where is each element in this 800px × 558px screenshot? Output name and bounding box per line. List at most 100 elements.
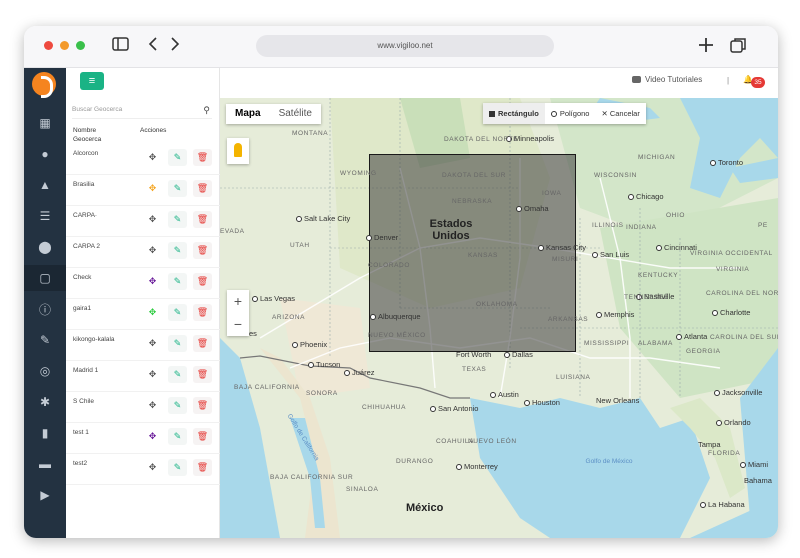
map-view[interactable]: Mapa Satélite + − Rectángulo Polígono ✕ … (220, 98, 778, 538)
delete-icon[interactable]: 🗑 (193, 273, 212, 290)
move-icon[interactable]: ✥ (143, 459, 162, 476)
geofence-row[interactable]: S Chile ✥ ✎ 🗑 (66, 392, 220, 423)
geofence-search[interactable]: Buscar Geocerca ⚲ (72, 101, 212, 119)
city-label-juarez: Juárez (344, 368, 375, 377)
info-icon[interactable]: ⓘ (24, 296, 66, 322)
edit-icon[interactable]: ✎ (168, 211, 187, 228)
city-label-charlotte: Charlotte (712, 308, 750, 317)
zoom-in-button[interactable]: + (227, 290, 249, 313)
close-window-button[interactable] (44, 41, 53, 50)
geofence-icon[interactable]: ▢ (24, 265, 66, 291)
edit-icon[interactable]: ✎ (168, 273, 187, 290)
url-bar[interactable]: www.vigiloo.net (256, 35, 554, 57)
delete-icon[interactable]: 🗑 (193, 366, 212, 383)
edit-icon[interactable]: ✎ (168, 149, 187, 166)
delete-icon[interactable]: 🗑 (193, 428, 212, 445)
new-tab-icon[interactable] (698, 37, 714, 58)
region-label-luisiana: LUISIANA (556, 374, 591, 381)
region-label-carolina_n: CAROLINA DEL NORTE (706, 290, 778, 297)
edit-icon[interactable]: ✎ (168, 242, 187, 259)
delete-icon[interactable]: 🗑 (193, 242, 212, 259)
move-icon[interactable]: ✥ (143, 366, 162, 383)
region-label-kentucky: KENTUCKY (638, 272, 679, 279)
geofence-name: CARPA· (73, 212, 98, 219)
maximize-window-button[interactable] (76, 41, 85, 50)
cancel-drawing-button[interactable]: ✕ Cancelar (595, 103, 645, 124)
delete-icon[interactable]: 🗑 (193, 211, 212, 228)
geofence-row[interactable]: Madrid 1 ✥ ✎ 🗑 (66, 361, 220, 392)
map-type-map-button[interactable]: Mapa (226, 104, 270, 124)
delete-icon[interactable]: 🗑 (193, 335, 212, 352)
geofence-row[interactable]: Check ✥ ✎ 🗑 (66, 268, 220, 299)
street-view-pegman-icon[interactable] (227, 138, 249, 164)
zoom-out-button[interactable]: − (227, 313, 249, 336)
separator: | (727, 76, 730, 85)
edit-icon[interactable]: ✎ (168, 397, 187, 414)
minimize-window-button[interactable] (60, 41, 69, 50)
tabs-overview-icon[interactable] (730, 37, 747, 59)
move-icon[interactable]: ✥ (143, 180, 162, 197)
move-icon[interactable]: ✥ (143, 397, 162, 414)
draw-rectangle-button[interactable]: Rectángulo (483, 103, 545, 124)
move-icon[interactable]: ✥ (143, 428, 162, 445)
geofence-name: S Chile (73, 398, 94, 405)
geofence-row[interactable]: CARPA 2 ✥ ✎ 🗑 (66, 237, 220, 268)
draw-polygon-button[interactable]: Polígono (545, 103, 596, 124)
delete-icon[interactable]: 🗑 (193, 180, 212, 197)
geofence-row[interactable]: Brasilia ✥ ✎ 🗑 (66, 175, 220, 206)
wrench-icon[interactable]: ✎ (24, 327, 66, 353)
move-icon[interactable]: ✥ (143, 211, 162, 228)
fuel-icon[interactable]: ▮ (24, 420, 66, 446)
notification-badge[interactable]: 35 (751, 77, 765, 88)
geofence-row[interactable]: Alcorcon ✥ ✎ 🗑 (66, 144, 220, 175)
target-icon[interactable]: ◎ (24, 358, 66, 384)
edit-icon[interactable]: ✎ (168, 180, 187, 197)
region-label-virginia_o: VIRGINIA OCCIDENTAL (690, 250, 773, 257)
globe-icon[interactable]: ● (24, 141, 66, 167)
geofence-row[interactable]: gaira1 ✥ ✎ 🗑 (66, 299, 220, 330)
delete-icon[interactable]: 🗑 (193, 304, 212, 321)
move-icon[interactable]: ✥ (143, 273, 162, 290)
delete-icon[interactable]: 🗑 (193, 397, 212, 414)
location-pin-icon[interactable]: ⬤ (24, 234, 66, 260)
video-tutorials-link[interactable]: Video Tutoriales (632, 75, 702, 84)
edit-icon[interactable]: ✎ (168, 428, 187, 445)
edit-icon[interactable]: ✎ (168, 335, 187, 352)
move-icon[interactable]: ✥ (143, 242, 162, 259)
region-label-sonora: SONORA (306, 390, 338, 397)
city-label-tampa: Tampa (698, 440, 721, 449)
region-label-tennessee: TENNESSEE (624, 294, 669, 301)
edit-icon[interactable]: ✎ (168, 459, 187, 476)
back-icon[interactable] (148, 37, 158, 56)
move-icon[interactable]: ✥ (143, 149, 162, 166)
forward-icon[interactable] (170, 37, 180, 56)
city-label-saltlake: Salt Lake City (296, 214, 350, 223)
map-type-satellite-button[interactable]: Satélite (270, 104, 321, 124)
geofence-row[interactable]: kikongo-kalala ✥ ✎ 🗑 (66, 330, 220, 361)
move-icon[interactable]: ✥ (143, 304, 162, 321)
city-label-monterrey: Monterrey (456, 462, 498, 471)
city-label-albuquerque: Albuquerque (370, 312, 421, 321)
geofence-row[interactable]: test 1 ✥ ✎ 🗑 (66, 423, 220, 454)
play-icon[interactable]: ▶ (24, 482, 66, 508)
delete-icon[interactable]: 🗑 (193, 149, 212, 166)
geofence-row[interactable]: CARPA· ✥ ✎ 🗑 (66, 206, 220, 237)
sidebar-toggle-icon[interactable] (112, 37, 129, 56)
menu-button[interactable]: ≡ (80, 72, 104, 90)
road-icon[interactable]: ▲ (24, 172, 66, 198)
move-icon[interactable]: ✥ (143, 335, 162, 352)
delete-icon[interactable]: 🗑 (193, 459, 212, 476)
region-label-sinaloa: SINALOA (346, 486, 379, 493)
truck-icon[interactable]: ▬ (24, 451, 66, 477)
search-input[interactable]: Buscar Geocerca (72, 106, 122, 113)
list-icon[interactable]: ☰ (24, 203, 66, 229)
edit-icon[interactable]: ✎ (168, 366, 187, 383)
geofence-row[interactable]: test2 ✥ ✎ 🗑 (66, 454, 220, 485)
search-icon[interactable]: ⚲ (203, 101, 210, 119)
region-label-wyoming: WYOMING (340, 170, 377, 177)
asterisk-icon[interactable]: ✱ (24, 389, 66, 415)
dashboard-icon[interactable]: ▦ (24, 110, 66, 136)
region-label-dakota_s: DAKOTA DEL SUR (442, 172, 507, 179)
city-label-austin: Austin (490, 390, 519, 399)
edit-icon[interactable]: ✎ (168, 304, 187, 321)
